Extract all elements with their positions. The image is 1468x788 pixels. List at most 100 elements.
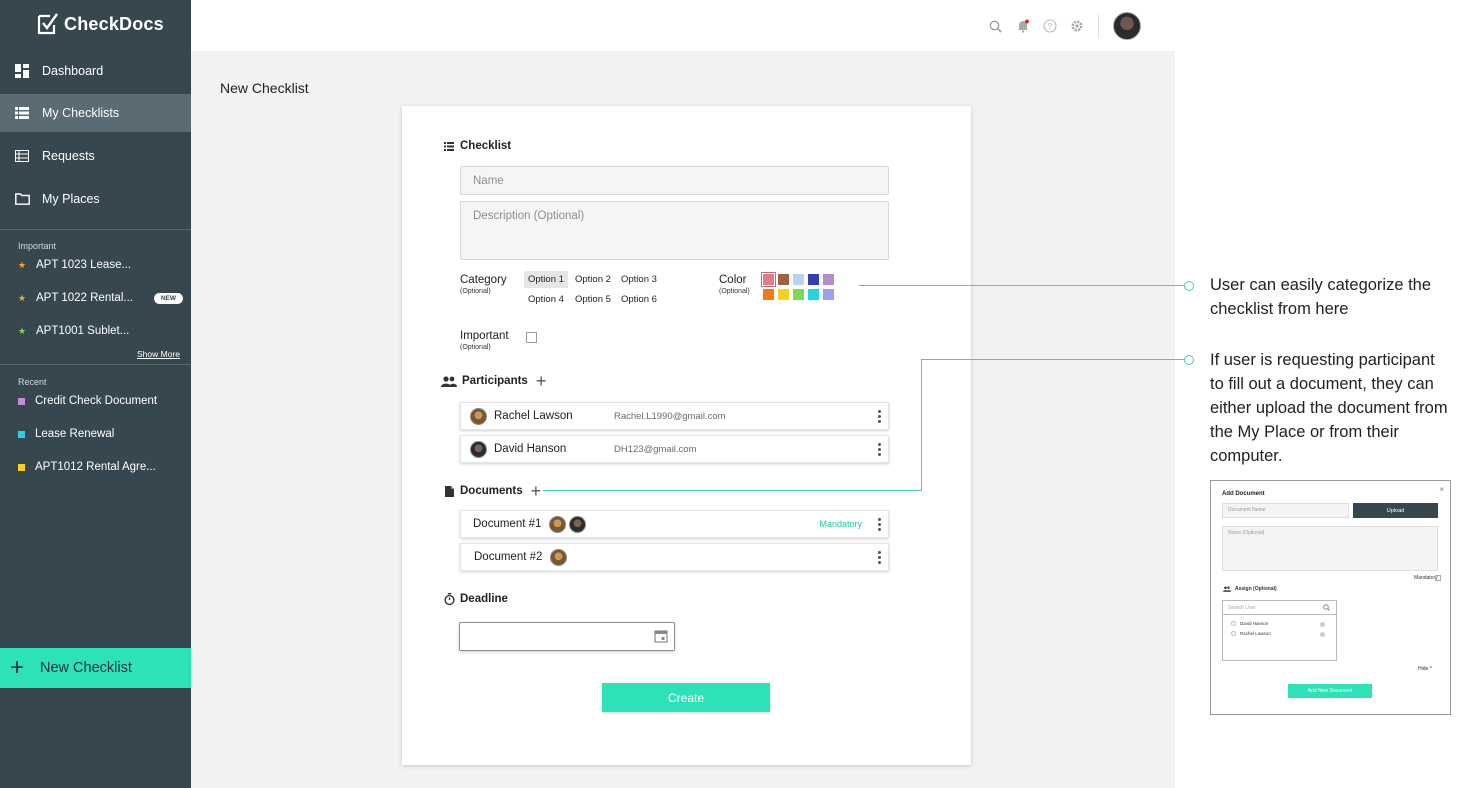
color-swatch-lavender[interactable] (823, 289, 834, 300)
close-icon[interactable]: × (1439, 485, 1444, 494)
assign-radio[interactable] (1320, 622, 1325, 627)
recent-item[interactable]: Lease Renewal (18, 428, 183, 440)
new-checklist-button[interactable]: + New Checklist (0, 648, 191, 688)
important-item[interactable]: ★ APT 1023 Lease... (18, 259, 183, 271)
hide-toggle[interactable]: Hide ^ (1418, 666, 1432, 672)
more-options-icon[interactable] (878, 410, 882, 423)
color-swatch-purple[interactable] (823, 274, 834, 285)
important-item-label: APT 1023 Lease... (36, 259, 132, 271)
recent-item[interactable]: Credit Check Document (18, 395, 183, 407)
calendar-icon[interactable] (654, 629, 668, 643)
mandatory-checkbox[interactable] (1435, 575, 1441, 581)
important-checkbox[interactable] (526, 332, 537, 343)
people-icon (440, 375, 458, 387)
category-option-2[interactable]: Option 2 (571, 271, 615, 288)
color-swatch-yellow[interactable] (778, 289, 789, 300)
user-avatar[interactable] (1113, 12, 1141, 40)
help-icon[interactable]: ? (1042, 19, 1057, 34)
important-item-label: APT1001 Sublet... (36, 325, 130, 337)
category-label: Category (Optional) (460, 274, 507, 295)
top-bar-actions: ? (988, 12, 1141, 40)
deadline-date-input[interactable] (459, 622, 675, 651)
documents-heading-label: Documents (460, 485, 523, 497)
sidebar-item-my-places[interactable]: My Places (0, 180, 191, 218)
add-participant-icon[interactable]: + (536, 372, 547, 390)
recent-item-label: Lease Renewal (35, 428, 115, 440)
color-label: Color (Optional) (719, 274, 750, 295)
assignee-avatar (569, 515, 587, 533)
sidebar-item-requests[interactable]: Requests (0, 137, 191, 175)
stopwatch-icon (442, 593, 456, 605)
color-swatch-blue[interactable] (808, 274, 819, 285)
annotation-dot (1184, 281, 1194, 291)
category-option-4[interactable]: Option 4 (524, 291, 568, 308)
page-title: New Checklist (220, 80, 309, 96)
more-options-icon[interactable] (878, 443, 882, 456)
assign-radio[interactable] (1320, 632, 1325, 637)
color-tag-icon (18, 463, 25, 471)
category-option-5[interactable]: Option 5 (571, 291, 615, 308)
upload-button[interactable]: Upload (1353, 503, 1438, 518)
participant-avatar (470, 407, 487, 425)
category-option-1[interactable]: Option 1 (524, 271, 568, 288)
description-input[interactable]: Description (Optional) (460, 201, 889, 260)
notification-bell-icon[interactable] (1015, 19, 1030, 34)
important-optional-text: (Optional) (460, 344, 491, 351)
category-option-6[interactable]: Option 6 (617, 291, 661, 308)
sidebar-item-my-checklists[interactable]: My Checklists (0, 94, 191, 132)
app-logo[interactable]: CheckDocs (36, 12, 164, 36)
name-input[interactable]: Name (460, 166, 889, 195)
more-options-icon[interactable] (878, 551, 882, 564)
color-swatch-orange[interactable] (763, 289, 774, 300)
important-label: Important (Optional) (460, 330, 509, 351)
document-name-placeholder: Document Name (1228, 507, 1266, 513)
sidebar-item-label: Dashboard (42, 64, 104, 78)
category-option-3[interactable]: Option 3 (617, 271, 661, 288)
important-item[interactable]: ★ APT1001 Sublet... (18, 325, 183, 337)
svg-text:?: ? (1047, 22, 1052, 31)
color-swatch-pink[interactable] (761, 272, 776, 287)
document-row[interactable]: Document #1 Mandatory (460, 510, 889, 538)
add-document-icon[interactable]: + (531, 482, 542, 500)
checkdocs-logo-icon (37, 13, 58, 35)
create-button[interactable]: Create (602, 683, 770, 712)
requests-icon (14, 148, 30, 164)
participant-row[interactable]: Rachel Lawson Rachel.L1990@gmail.com (460, 402, 889, 430)
assign-user-item[interactable]: Rachel Lawson (1231, 631, 1271, 636)
new-checklist-form: Checklist Name Description (Optional) Ca… (402, 106, 971, 765)
assign-user-name: Rachel Lawson (1240, 631, 1271, 636)
participant-row[interactable]: David Hanson DH123@gmail.com (460, 435, 889, 463)
notes-input[interactable]: Notes (Optional) (1222, 526, 1438, 571)
documents-heading: Documents + (442, 482, 541, 500)
color-swatch-cyan[interactable] (808, 289, 819, 300)
more-options-icon[interactable] (878, 518, 882, 531)
settings-gear-icon[interactable] (1069, 19, 1084, 34)
assign-user-item[interactable]: David Hanson (1231, 621, 1268, 626)
assign-label: Assign (Optional) (1235, 586, 1277, 592)
annotation-connector (859, 285, 1185, 286)
category-optional-text: (Optional) (460, 288, 491, 295)
search-user-input[interactable]: Search User (1223, 601, 1336, 615)
sidebar-item-dashboard[interactable]: Dashboard (0, 52, 191, 90)
add-new-document-button[interactable]: Add New Document (1288, 684, 1372, 698)
name-placeholder: Name (473, 175, 504, 187)
recent-section-title: Recent (18, 377, 47, 387)
recent-item[interactable]: APT1012 Rental Agre... (18, 461, 183, 473)
important-item[interactable]: ★ APT 1022 Rental... NEW (18, 292, 183, 304)
color-swatch-brown[interactable] (778, 274, 789, 285)
assign-user-name: David Hanson (1240, 621, 1269, 626)
show-more-link[interactable]: Show More (137, 349, 180, 359)
document-name: Document #2 (474, 551, 543, 563)
search-icon[interactable] (1323, 604, 1330, 611)
search-icon[interactable] (988, 19, 1003, 34)
participant-avatar (470, 440, 487, 458)
color-swatch-light-blue[interactable] (793, 274, 804, 285)
participants-heading-label: Participants (462, 375, 528, 387)
color-swatch-green[interactable] (793, 289, 804, 300)
document-name-input[interactable]: Document Name (1222, 503, 1349, 518)
add-document-modal-preview: Add Document × Document Name Upload Note… (1210, 480, 1451, 715)
assign-user-list: Search User David Hanson Rachel Lawson (1222, 600, 1337, 661)
document-row[interactable]: Document #2 (460, 543, 889, 571)
important-item-label: APT 1022 Rental... (36, 292, 133, 304)
document-name: Document #1 (473, 518, 542, 530)
